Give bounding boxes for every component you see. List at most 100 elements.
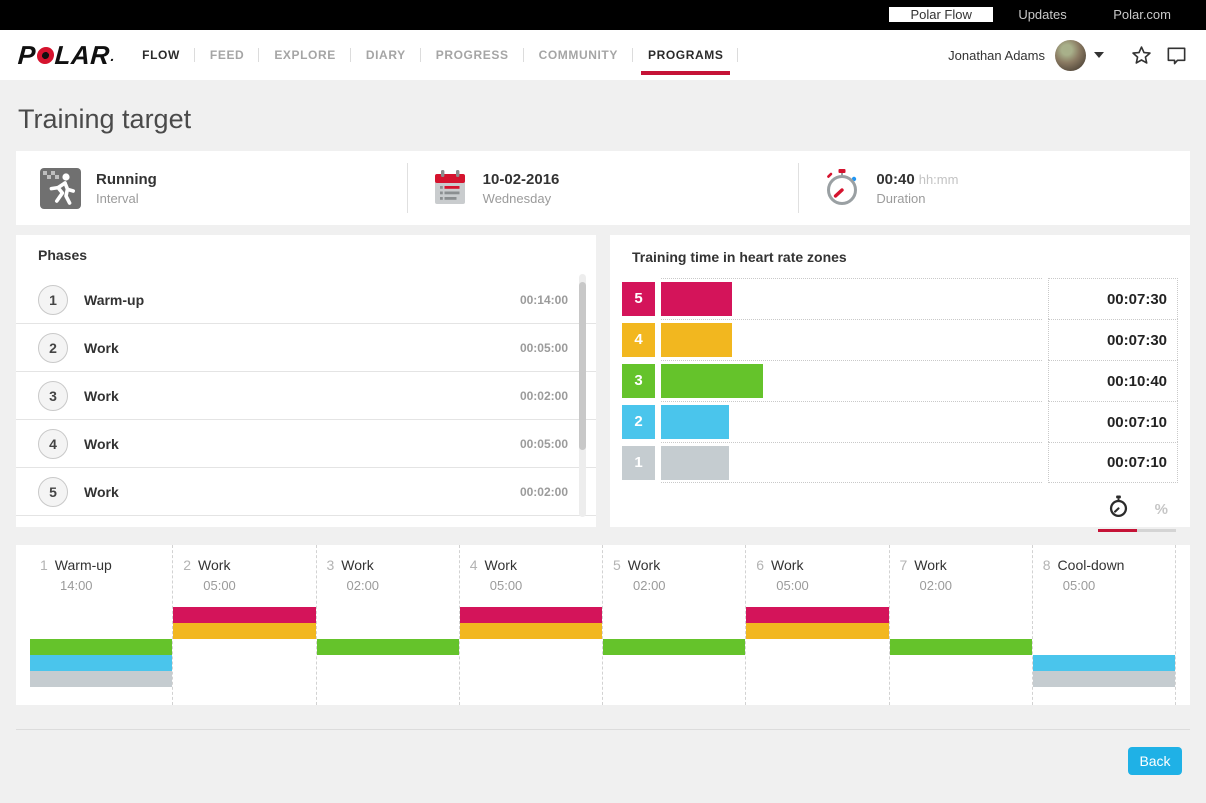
zone-number-badge: 5 [622, 282, 655, 316]
zone-view-toggle: % [1098, 495, 1176, 532]
target-weekday: Wednesday [483, 191, 560, 206]
zone-number-badge: 1 [622, 446, 655, 480]
avatar[interactable] [1055, 40, 1086, 71]
zone-time: 00:07:10 [1048, 401, 1178, 442]
stopwatch-icon [823, 168, 861, 208]
zones-panel-title: Training time in heart rate zones [632, 249, 1178, 265]
phase-row: 2 Work 00:05:00 [16, 324, 596, 372]
phase-column: 1Warm-up 14:00 [30, 545, 172, 705]
duration-format: hh:mm [919, 172, 959, 187]
zone-list: 5 00:07:30 4 [622, 278, 1178, 483]
phase-duration: 00:02:00 [520, 485, 568, 499]
site-tab[interactable]: Polar Flow [889, 7, 992, 22]
phase-chart-number: 1 [40, 557, 48, 573]
phase-name: Work [84, 388, 119, 404]
phase-chart-number: 8 [1043, 557, 1051, 573]
zone-band [890, 639, 1032, 655]
zone-number-badge: 4 [622, 323, 655, 357]
site-tab[interactable]: Updates [997, 7, 1087, 22]
phase-number-badge: 4 [38, 429, 68, 459]
nav-item[interactable]: FEED [195, 30, 259, 80]
user-name[interactable]: Jonathan Adams [948, 48, 1045, 63]
phase-duration: 00:02:00 [520, 389, 568, 403]
site-tab[interactable]: Polar.com [1092, 7, 1192, 22]
sport-summary: Running Interval [16, 151, 407, 225]
phase-chart-duration: 02:00 [347, 578, 459, 593]
phase-chart-duration: 05:00 [776, 578, 888, 593]
zone-bar-cell [661, 319, 1042, 360]
zone-bar [661, 364, 763, 398]
phase-number-badge: 3 [38, 381, 68, 411]
zone-bar-cell [661, 401, 1042, 442]
nav-item[interactable]: PROGRAMS [633, 30, 738, 80]
phase-chart-duration: 02:00 [633, 578, 745, 593]
logo-text: P [17, 40, 37, 71]
target-date: 10-02-2016 [483, 171, 560, 188]
nav-user-area: Jonathan Adams [948, 40, 1188, 71]
zone-band [460, 607, 602, 623]
sport-name: Running [96, 171, 157, 188]
phase-column: 6Work 05:00 [745, 545, 888, 705]
zone-time: 00:10:40 [1048, 360, 1178, 401]
nav-item[interactable]: EXPLORE [259, 30, 351, 80]
main-nav: P LAR . FLOW FEED EXPLORE DIARY PROGRESS… [0, 30, 1206, 80]
scrollbar[interactable] [579, 274, 586, 517]
zone-row: 2 00:07:10 [622, 401, 1178, 442]
phase-chart-name: Work [771, 557, 803, 573]
zone-band [30, 639, 172, 655]
phase-chart-number: 4 [470, 557, 478, 573]
zone-band [173, 623, 315, 639]
phase-chart-name: Warm-up [55, 557, 112, 573]
polar-logo[interactable]: P LAR . [17, 40, 116, 71]
calendar-icon [432, 169, 468, 207]
zone-band [746, 623, 888, 639]
zone-badge-cell: 2 [622, 401, 661, 442]
phase-column: 7Work 02:00 [889, 545, 1032, 705]
zone-badge-cell: 4 [622, 319, 661, 360]
site-switch-bar: Polar Flow Updates Polar.com [0, 0, 1206, 30]
zone-badge-cell: 3 [622, 360, 661, 401]
zone-row: 4 00:07:30 [622, 319, 1178, 360]
nav-item[interactable]: COMMUNITY [524, 30, 633, 80]
heart-rate-zones-panel: Training time in heart rate zones 5 00:0… [610, 235, 1190, 527]
phase-column: 5Work 02:00 [602, 545, 745, 705]
phase-chart-number: 2 [183, 557, 191, 573]
phase-column: 2Work 05:00 [172, 545, 315, 705]
percent-view-toggle[interactable]: % [1155, 501, 1168, 518]
phase-row: 1 Warm-up 00:14:00 [16, 276, 596, 324]
zone-bar-cell [661, 442, 1042, 483]
logo-reg-mark: . [110, 47, 116, 63]
scrollbar-thumb[interactable] [579, 282, 586, 450]
zone-bar-cell [661, 360, 1042, 401]
phases-panel-title: Phases [38, 247, 596, 263]
zone-row: 5 00:07:30 [622, 278, 1178, 319]
zone-bar [661, 446, 729, 480]
favorites-star-icon[interactable] [1130, 44, 1153, 67]
phase-name: Warm-up [84, 292, 144, 308]
phase-name: Work [84, 436, 119, 452]
phase-zone-chart: 1Warm-up 14:00 2Work 05:00 [16, 545, 1190, 705]
zone-band [1033, 655, 1175, 671]
zone-bar [661, 282, 732, 316]
zone-band [746, 607, 888, 623]
back-button[interactable]: Back [1128, 747, 1182, 775]
chevron-down-icon[interactable] [1094, 52, 1104, 58]
polar-logo-o-icon [36, 47, 54, 64]
zone-bar-cell [661, 278, 1042, 319]
phase-column: 8Cool-down 05:00 [1032, 545, 1176, 705]
target-summary-card: Running Interval 10-02-2016 Wednesday 00… [16, 151, 1190, 225]
phase-duration: 00:14:00 [520, 293, 568, 307]
zone-band [317, 639, 459, 655]
nav-item[interactable]: DIARY [351, 30, 421, 80]
phase-chart-number: 3 [327, 557, 335, 573]
duration-label: Duration [876, 191, 958, 206]
zone-band [1033, 671, 1175, 687]
phase-name: Work [84, 484, 119, 500]
phase-chart-name: Work [485, 557, 517, 573]
duration-summary: 00:40hh:mm Duration [799, 151, 1190, 225]
nav-item[interactable]: FLOW [127, 30, 195, 80]
nav-item[interactable]: PROGRESS [421, 30, 524, 80]
phase-list: 1 Warm-up 00:14:00 2 Work 00:05:00 3 Wor… [16, 276, 596, 516]
feedback-bubble-icon[interactable] [1165, 44, 1188, 67]
time-view-stopwatch-icon[interactable] [1108, 495, 1129, 523]
